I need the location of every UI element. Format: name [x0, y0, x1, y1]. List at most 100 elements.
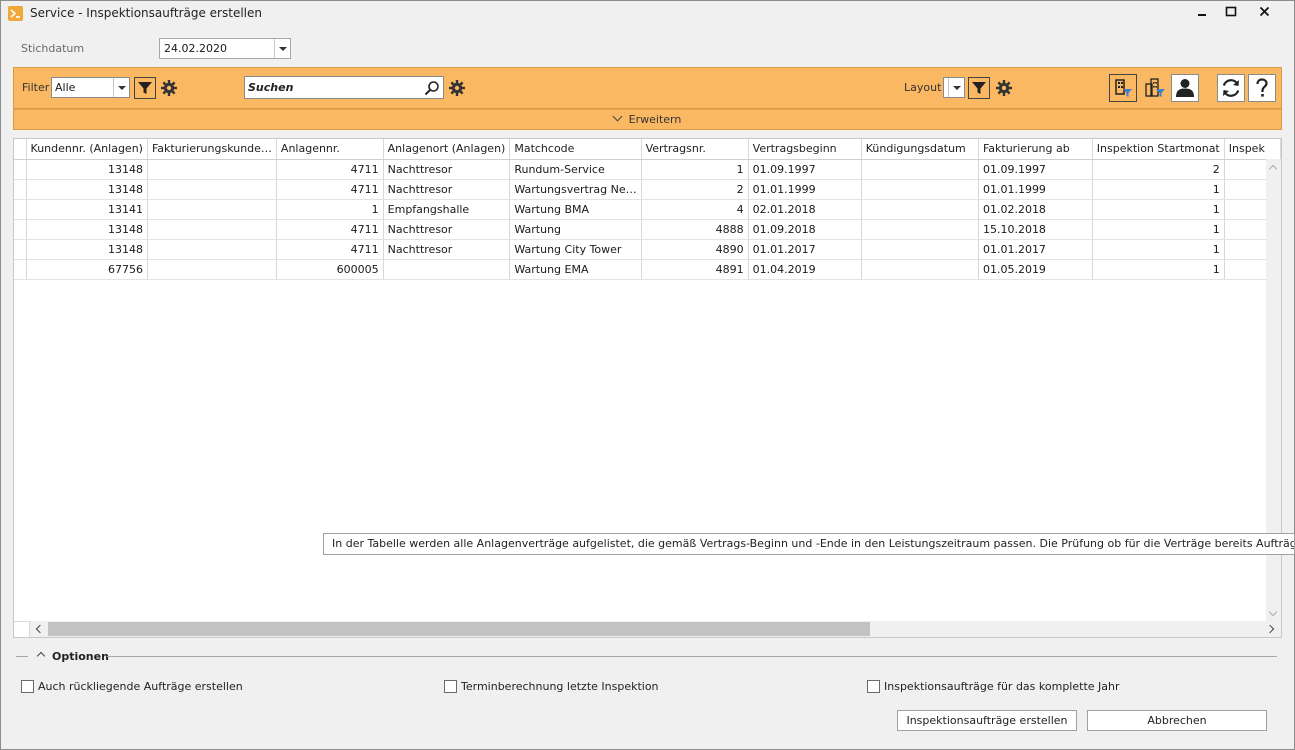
table-cell[interactable]: 4: [641, 199, 749, 220]
filter-settings-gear-icon[interactable]: [160, 79, 178, 97]
table-cell[interactable]: [861, 239, 979, 260]
table-cell[interactable]: 4711: [276, 239, 384, 260]
maximize-button[interactable]: [1221, 3, 1241, 21]
table-cell[interactable]: [147, 159, 277, 180]
column-header[interactable]: Vertragsbeginn: [748, 139, 862, 160]
table-cell[interactable]: 4711: [276, 179, 384, 200]
table-cell[interactable]: Nachttresor: [383, 159, 511, 180]
column-header[interactable]: Fakturierung ab: [978, 139, 1093, 160]
table-cell[interactable]: [383, 259, 511, 280]
table-cell[interactable]: 01.01.1999: [978, 179, 1093, 200]
chevron-down-icon[interactable]: [948, 78, 964, 97]
row-indicator[interactable]: [14, 219, 27, 240]
checkbox-box[interactable]: [867, 680, 880, 693]
scroll-down-icon[interactable]: [1268, 607, 1278, 617]
column-header[interactable]: Inspektion Startmonat: [1092, 139, 1225, 160]
table-cell[interactable]: 4711: [276, 159, 384, 180]
column-header[interactable]: Fakturierungskunde…: [147, 139, 277, 160]
table-cell[interactable]: Wartung BMA: [509, 199, 642, 220]
table-cell[interactable]: 01.05.2019: [978, 259, 1093, 280]
table-cell[interactable]: 01.02.2018: [978, 199, 1093, 220]
table-row[interactable]: 13141 1 Empfangshalle Wartung BMA 4 02.01.201…: [14, 199, 1281, 220]
row-indicator[interactable]: [14, 179, 27, 200]
scroll-up-icon[interactable]: [1268, 164, 1278, 174]
filter-funnel-icon[interactable]: [134, 77, 156, 99]
table-cell[interactable]: 1: [641, 159, 749, 180]
table-cell[interactable]: 4890: [641, 239, 749, 260]
row-indicator[interactable]: [14, 159, 27, 180]
layout-select[interactable]: [943, 77, 965, 98]
table-cell[interactable]: 01.04.2019: [748, 259, 862, 280]
table-cell[interactable]: Empfangshalle: [383, 199, 511, 220]
table-cell[interactable]: 1: [1092, 239, 1225, 260]
buildings-filter-icon[interactable]: [1141, 74, 1169, 102]
table-cell[interactable]: [861, 199, 979, 220]
column-header[interactable]: Inspek: [1224, 139, 1281, 160]
table-cell[interactable]: Nachttresor: [383, 239, 511, 260]
scroll-right-icon[interactable]: [1265, 624, 1275, 634]
table-cell[interactable]: [861, 179, 979, 200]
table-cell[interactable]: Wartungsvertrag Ne…: [509, 179, 642, 200]
horizontal-scrollbar[interactable]: [30, 621, 1281, 637]
table-cell[interactable]: 13148: [26, 219, 148, 240]
table-cell[interactable]: 1: [276, 199, 384, 220]
column-header[interactable]: Vertragsnr.: [641, 139, 749, 160]
table-cell[interactable]: [147, 179, 277, 200]
close-button[interactable]: [1255, 3, 1275, 21]
chevron-down-icon[interactable]: [274, 39, 290, 58]
table-cell[interactable]: [147, 239, 277, 260]
table-cell[interactable]: 2: [641, 179, 749, 200]
search-input[interactable]: [248, 79, 423, 96]
table-cell[interactable]: [147, 259, 277, 280]
table-cell[interactable]: 4891: [641, 259, 749, 280]
scroll-thumb[interactable]: [48, 622, 870, 636]
column-header[interactable]: Anlagennr.: [276, 139, 384, 160]
checkbox-box[interactable]: [21, 680, 34, 693]
table-cell[interactable]: Wartung City Tower: [509, 239, 642, 260]
table-cell[interactable]: 67756: [26, 259, 148, 280]
table-cell[interactable]: 01.09.2018: [748, 219, 862, 240]
row-indicator[interactable]: [14, 239, 27, 260]
table-cell[interactable]: 1: [1092, 199, 1225, 220]
table-cell[interactable]: [147, 199, 277, 220]
table-cell[interactable]: 01.01.2017: [748, 239, 862, 260]
minimize-button[interactable]: [1192, 3, 1212, 21]
table-cell[interactable]: [147, 219, 277, 240]
table-cell[interactable]: 1: [1092, 219, 1225, 240]
scroll-left-icon[interactable]: [35, 624, 45, 634]
table-cell[interactable]: Nachttresor: [383, 219, 511, 240]
row-indicator[interactable]: [14, 199, 27, 220]
search-settings-gear-icon[interactable]: [448, 79, 466, 97]
table-cell[interactable]: 01.09.1997: [978, 159, 1093, 180]
column-header[interactable]: Anlagenort (Anlagen): [383, 139, 511, 160]
table-cell[interactable]: 01.01.1999: [748, 179, 862, 200]
table-cell[interactable]: Wartung EMA: [509, 259, 642, 280]
options-title[interactable]: Optionen: [52, 650, 109, 663]
table-cell[interactable]: Wartung: [509, 219, 642, 240]
table-cell[interactable]: 13148: [26, 239, 148, 260]
table-cell[interactable]: 1: [1092, 179, 1225, 200]
table-cell[interactable]: Nachttresor: [383, 179, 511, 200]
table-row[interactable]: 13148 4711 Nachttresor Rundum-Service 1 01.09…: [14, 159, 1281, 180]
table-cell[interactable]: [861, 259, 979, 280]
table-row[interactable]: 67756 600005 Wartung EMA 4891 01.04.2019 01.0…: [14, 259, 1281, 280]
table-row[interactable]: 13148 4711 Nachttresor Wartungsvertrag Ne… 2…: [14, 179, 1281, 200]
building-filter-icon[interactable]: [1109, 74, 1137, 102]
chevron-down-icon[interactable]: [113, 78, 129, 97]
table-cell[interactable]: 600005: [276, 259, 384, 280]
stichdatum-field[interactable]: 24.02.2020: [159, 38, 291, 59]
table-cell[interactable]: [861, 219, 979, 240]
row-indicator[interactable]: [14, 259, 27, 280]
table-cell[interactable]: 15.10.2018: [978, 219, 1093, 240]
cancel-button[interactable]: Abbrechen: [1087, 710, 1267, 731]
table-cell[interactable]: Rundum-Service: [509, 159, 642, 180]
column-header[interactable]: Kündigungsdatum: [861, 139, 979, 160]
table-cell[interactable]: 01.01.2017: [978, 239, 1093, 260]
table-cell[interactable]: 2: [1092, 159, 1225, 180]
table-row[interactable]: 13148 4711 Nachttresor Wartung City Tower 48…: [14, 239, 1281, 260]
table-cell[interactable]: 4711: [276, 219, 384, 240]
table-cell[interactable]: 13141: [26, 199, 148, 220]
help-icon[interactable]: [1248, 74, 1276, 102]
user-icon[interactable]: [1171, 74, 1199, 102]
table-cell[interactable]: 01.09.1997: [748, 159, 862, 180]
